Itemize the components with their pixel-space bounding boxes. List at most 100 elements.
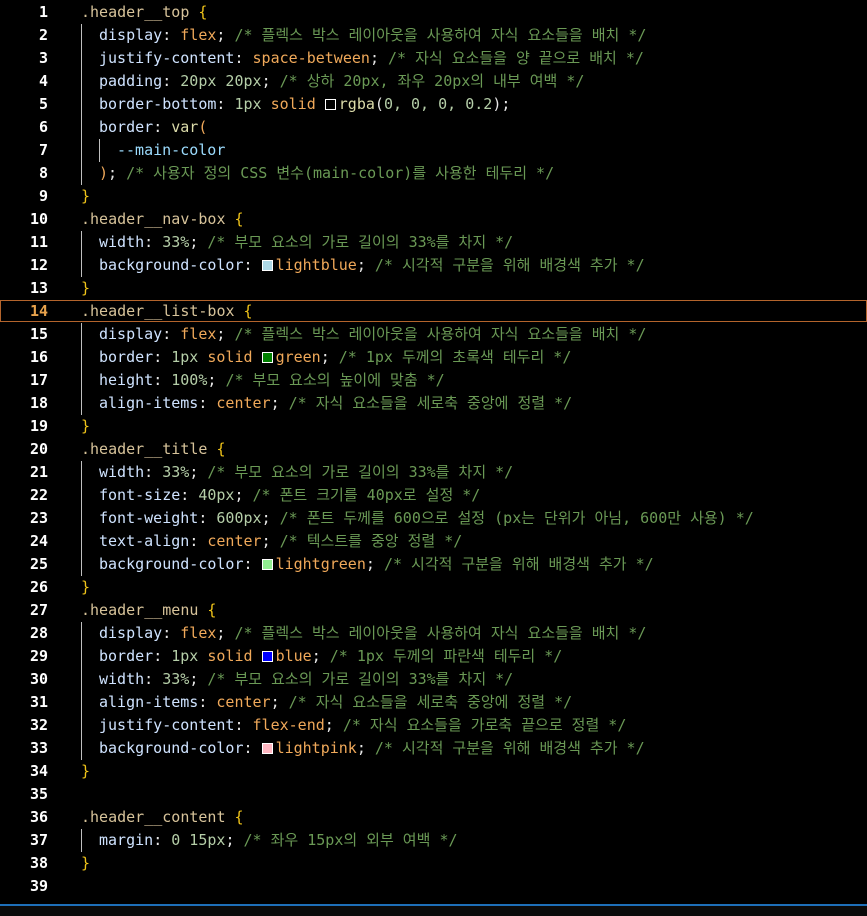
code-token: 40px (198, 486, 235, 504)
code-token: } (81, 762, 91, 780)
code-token: 0, 0, 0, 0.2 (383, 95, 493, 113)
code-line[interactable]: 30 width: 33%; /* 부모 요소의 가로 길이의 33%를 차지 *… (0, 668, 867, 691)
code-line[interactable]: 34} (0, 760, 867, 783)
color-swatch-icon[interactable] (261, 352, 273, 363)
code-token: border (99, 647, 154, 665)
color-swatch-icon[interactable] (324, 99, 336, 110)
indent-guide (81, 47, 82, 70)
code-text: --main-color (117, 139, 225, 162)
code-line[interactable]: 31 align-items: center; /* 자식 요소들을 세로축 중앙… (0, 691, 867, 714)
code-line[interactable]: 10 .header__nav-box { (0, 208, 867, 231)
code-text: width: 33%; /* 부모 요소의 가로 길이의 33%를 차지 */ (99, 461, 513, 484)
code-line[interactable]: 21 width: 33%; /* 부모 요소의 가로 길이의 33%를 차지 *… (0, 461, 867, 484)
code-text: border: 1px solid green; /* 1px 두께의 초록색 … (99, 346, 571, 369)
code-token: width (99, 233, 145, 251)
line-number: 33 (29, 739, 48, 757)
code-token: /* 폰트 두께를 600으로 설정 (px는 단위가 아님, 600만 사용)… (279, 509, 754, 527)
code-line[interactable]: 18 align-items: center; /* 자식 요소들을 세로축 중앙… (0, 392, 867, 415)
code-line[interactable]: 28 display: flex; /* 플렉스 박스 레이아웃을 사용하여 자식… (0, 622, 867, 645)
color-swatch-icon[interactable] (261, 743, 273, 754)
code-line[interactable]: 25 background-color: lightgreen; /* 시각적 구… (0, 553, 867, 576)
color-swatch-icon[interactable] (261, 651, 273, 662)
code-line[interactable]: 27 .header__menu { (0, 599, 867, 622)
code-line[interactable]: 4 padding: 20px 20px; /* 상하 20px, 좌우 20px… (0, 70, 867, 93)
code-line[interactable]: 20 .header__title { (0, 438, 867, 461)
color-swatch-icon[interactable] (261, 260, 273, 271)
code-line[interactable]: 5 border-bottom: 1px solid rgba(0, 0, 0, … (0, 93, 867, 116)
status-bar (0, 906, 867, 916)
code-line[interactable]: 11 width: 33%; /* 부모 요소의 가로 길이의 33%를 차지 *… (0, 231, 867, 254)
code-line[interactable]: 2 display: flex; /* 플렉스 박스 레이아웃을 사용하여 자식 … (0, 24, 867, 47)
code-token: : (153, 118, 172, 136)
code-token: : (153, 348, 172, 366)
code-line[interactable]: 33 background-color: lightpink; /* 시각적 구분… (0, 737, 867, 760)
code-token: flex-end (252, 716, 325, 734)
code-line[interactable]: 24 text-align: center; /* 텍스트를 중앙 정렬 */ (0, 530, 867, 553)
code-line[interactable]: 9} (0, 185, 867, 208)
code-token: /* 자식 요소들을 세로축 중앙에 정렬 */ (288, 394, 573, 412)
code-line[interactable]: 6 border: var( (0, 116, 867, 139)
indent-guide (81, 714, 82, 737)
code-line[interactable]: 26} (0, 576, 867, 599)
code-line[interactable]: 17 height: 100%; /* 부모 요소의 높이에 맞춤 */ (0, 369, 867, 392)
line-number: 20 (29, 440, 48, 458)
code-line[interactable]: 1 .header__top { (0, 1, 867, 24)
code-token: /* 폰트 크기를 40px로 설정 */ (252, 486, 481, 504)
code-text: width: 33%; /* 부모 요소의 가로 길이의 33%를 차지 */ (99, 668, 513, 691)
code-token: border (99, 118, 154, 136)
code-text: background-color: lightblue; /* 시각적 구분을 … (99, 254, 645, 277)
code-line[interactable]: 12 background-color: lightblue; /* 시각적 구분… (0, 254, 867, 277)
indent-guide (81, 392, 82, 415)
code-token: .header__menu (81, 601, 199, 619)
code-text: justify-content: flex-end; /* 자식 요소들을 가로… (99, 714, 626, 737)
code-editor[interactable]: 1 .header__top {2 display: flex; /* 플렉스 박스… (0, 0, 867, 904)
code-line[interactable]: 3 justify-content: space-between; /* 자식 요… (0, 47, 867, 70)
code-line[interactable]: 7 --main-color (0, 139, 867, 162)
code-line[interactable]: 23 font-weight: 600px; /* 폰트 두께를 600으로 설정… (0, 507, 867, 530)
code-line[interactable]: 32 justify-content: flex-end; /* 자식 요소들을 … (0, 714, 867, 737)
code-text: border: 1px solid blue; /* 1px 두께의 파란색 테… (99, 645, 562, 668)
code-line[interactable]: 16 border: 1px solid green; /* 1px 두께의 초록… (0, 346, 867, 369)
indent-guide (81, 530, 82, 553)
code-text: background-color: lightpink; /* 시각적 구분을 … (99, 737, 645, 760)
code-token: ; (189, 670, 208, 688)
code-token: : (243, 256, 262, 274)
code-token: .header__top (81, 3, 190, 21)
code-token: ); (492, 95, 511, 113)
code-text: text-align: center; /* 텍스트를 중앙 정렬 */ (99, 530, 462, 553)
code-line[interactable]: 13} (0, 277, 867, 300)
code-token: blue (275, 647, 312, 665)
code-line[interactable]: 38} (0, 852, 867, 875)
indent-guide (81, 668, 82, 691)
code-token: { (189, 3, 208, 21)
code-token: ; (261, 509, 280, 527)
code-line[interactable]: 22 font-size: 40px; /* 폰트 크기를 40px로 설정 */ (0, 484, 867, 507)
indent-guide (81, 484, 82, 507)
color-swatch-icon[interactable] (261, 559, 273, 570)
code-line[interactable]: 35 (0, 783, 867, 806)
code-token: : (180, 486, 199, 504)
line-number: 30 (29, 670, 48, 688)
code-line[interactable]: 29 border: 1px solid blue; /* 1px 두께의 파란색… (0, 645, 867, 668)
code-text: border: var( (99, 116, 207, 139)
code-token: ; (261, 72, 280, 90)
code-line[interactable]: 36 .header__content { (0, 806, 867, 829)
code-token: 33% (162, 463, 190, 481)
code-line[interactable]: 37 margin: 0 15px; /* 좌우 15px의 외부 여백 */ (0, 829, 867, 852)
code-line[interactable]: 8); /* 사용자 정의 CSS 변수(main-color)를 사용한 테두… (0, 162, 867, 185)
code-token: lightgreen (275, 555, 366, 573)
code-token: justify-content (99, 716, 235, 734)
code-token: /* 부모 요소의 높이에 맞춤 */ (225, 371, 445, 389)
code-line[interactable]: 15 display: flex; /* 플렉스 박스 레이아웃을 사용하여 자식… (0, 323, 867, 346)
code-line[interactable]: 14 .header__list-box { (0, 300, 867, 322)
code-token: 100% (171, 371, 208, 389)
code-line[interactable]: 19} (0, 415, 867, 438)
code-line[interactable]: 39 (0, 875, 867, 898)
indent-guide (81, 829, 82, 852)
line-number: 39 (29, 877, 48, 895)
indent-guide (81, 346, 82, 369)
code-text: } (81, 185, 90, 208)
code-token: center (216, 394, 271, 412)
line-number: 5 (38, 95, 48, 113)
